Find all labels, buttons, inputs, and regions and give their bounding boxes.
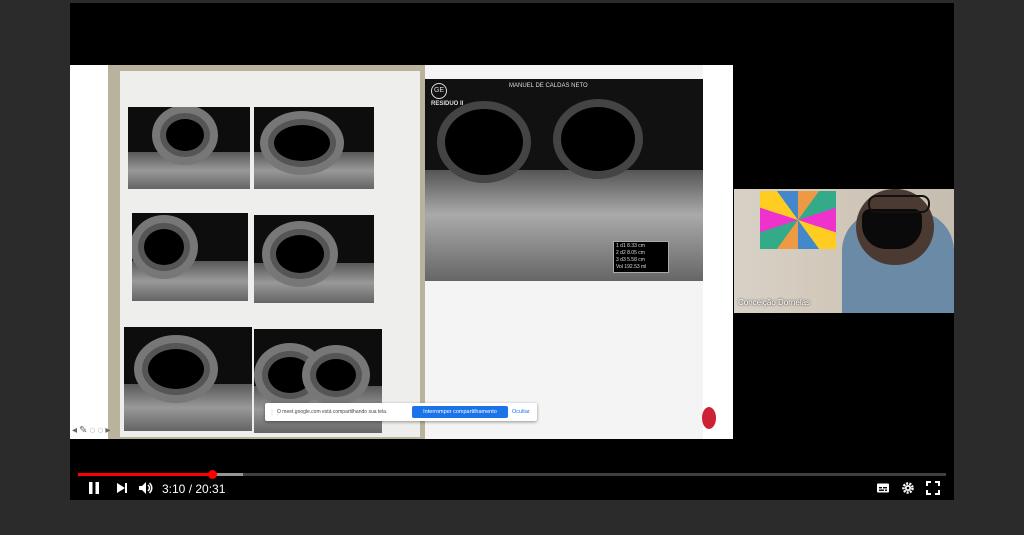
arrow-right-icon[interactable]: ▸ <box>105 425 112 436</box>
ultrasound-scan: GE MANUEL DE CALDAS NETO RESIDUO II 1 d1… <box>425 79 703 281</box>
time-separator: / <box>185 482 196 496</box>
pause-icon <box>89 482 99 494</box>
duration: 20:31 <box>195 482 226 496</box>
pen-icon[interactable]: ✎ <box>79 425 89 436</box>
volume-button[interactable] <box>138 481 154 498</box>
presentation-slide: GE MANUEL DE CALDAS NETO RESIDUO II 1 d1… <box>70 65 733 439</box>
screen-share-notice: ⋮⋮ O meet.google.com está compartilhando… <box>265 403 537 421</box>
share-message: O meet.google.com está compartilhando su… <box>277 409 388 415</box>
gear-icon <box>902 482 914 494</box>
measurement-d1: 1 d1 8.33 cm <box>616 243 645 249</box>
progress-bar[interactable] <box>78 470 946 479</box>
face-mask <box>862 209 922 249</box>
ultrasound-image <box>124 327 252 431</box>
measurement-box: 1 d1 8.33 cm 2 d2 8.05 cm 3 d3 5.58 cm V… <box>613 241 669 273</box>
fullscreen-button[interactable] <box>926 481 940 498</box>
next-icon <box>117 483 127 493</box>
measurement-d3: 3 d3 5.58 cm <box>616 257 645 263</box>
participant-camera: Conceição Dornelas <box>734 189 954 313</box>
ultrasound-printout <box>120 71 420 437</box>
stop-sharing-button[interactable]: Interromper compartilhamento <box>412 406 508 418</box>
scrubber-handle[interactable] <box>207 470 217 479</box>
arrow-left-icon[interactable]: ◂ <box>72 425 79 436</box>
time-display: 3:10 / 20:31 <box>162 482 225 496</box>
scan-header: MANUEL DE CALDAS NETO <box>509 83 588 89</box>
ultrasound-image <box>132 213 248 301</box>
ultrasound-image <box>254 107 374 189</box>
ultrasound-image <box>128 107 250 189</box>
subtitles-button[interactable] <box>876 481 890 498</box>
measurement-d2: 2 d2 8.05 cm <box>616 250 645 256</box>
participant-name: Conceição Dornelas <box>738 298 811 307</box>
glasses <box>868 195 930 213</box>
ge-logo: GE <box>431 83 447 99</box>
player-controls: 3:10 / 20:31 <box>70 467 954 500</box>
scan-label: RESIDUO II <box>431 101 464 107</box>
video-player[interactable]: GE MANUEL DE CALDAS NETO RESIDUO II 1 d1… <box>70 3 954 500</box>
next-button[interactable] <box>115 481 129 498</box>
current-time: 3:10 <box>162 482 186 496</box>
wall-painting <box>760 191 836 249</box>
pause-button[interactable] <box>87 481 101 498</box>
subtitles-icon <box>877 483 889 493</box>
played-bar <box>78 473 212 476</box>
ultrasound-image <box>254 215 374 303</box>
hide-button[interactable]: Ocultar <box>512 406 530 418</box>
fullscreen-icon <box>926 481 940 495</box>
settings-button[interactable] <box>901 481 915 498</box>
measurement-volume: Vol 192.53 ml <box>616 264 647 270</box>
slide-toolbar[interactable]: ◂✎◌◌▸ <box>72 425 112 436</box>
volume-icon <box>139 482 153 494</box>
stamp-mark <box>702 407 716 429</box>
